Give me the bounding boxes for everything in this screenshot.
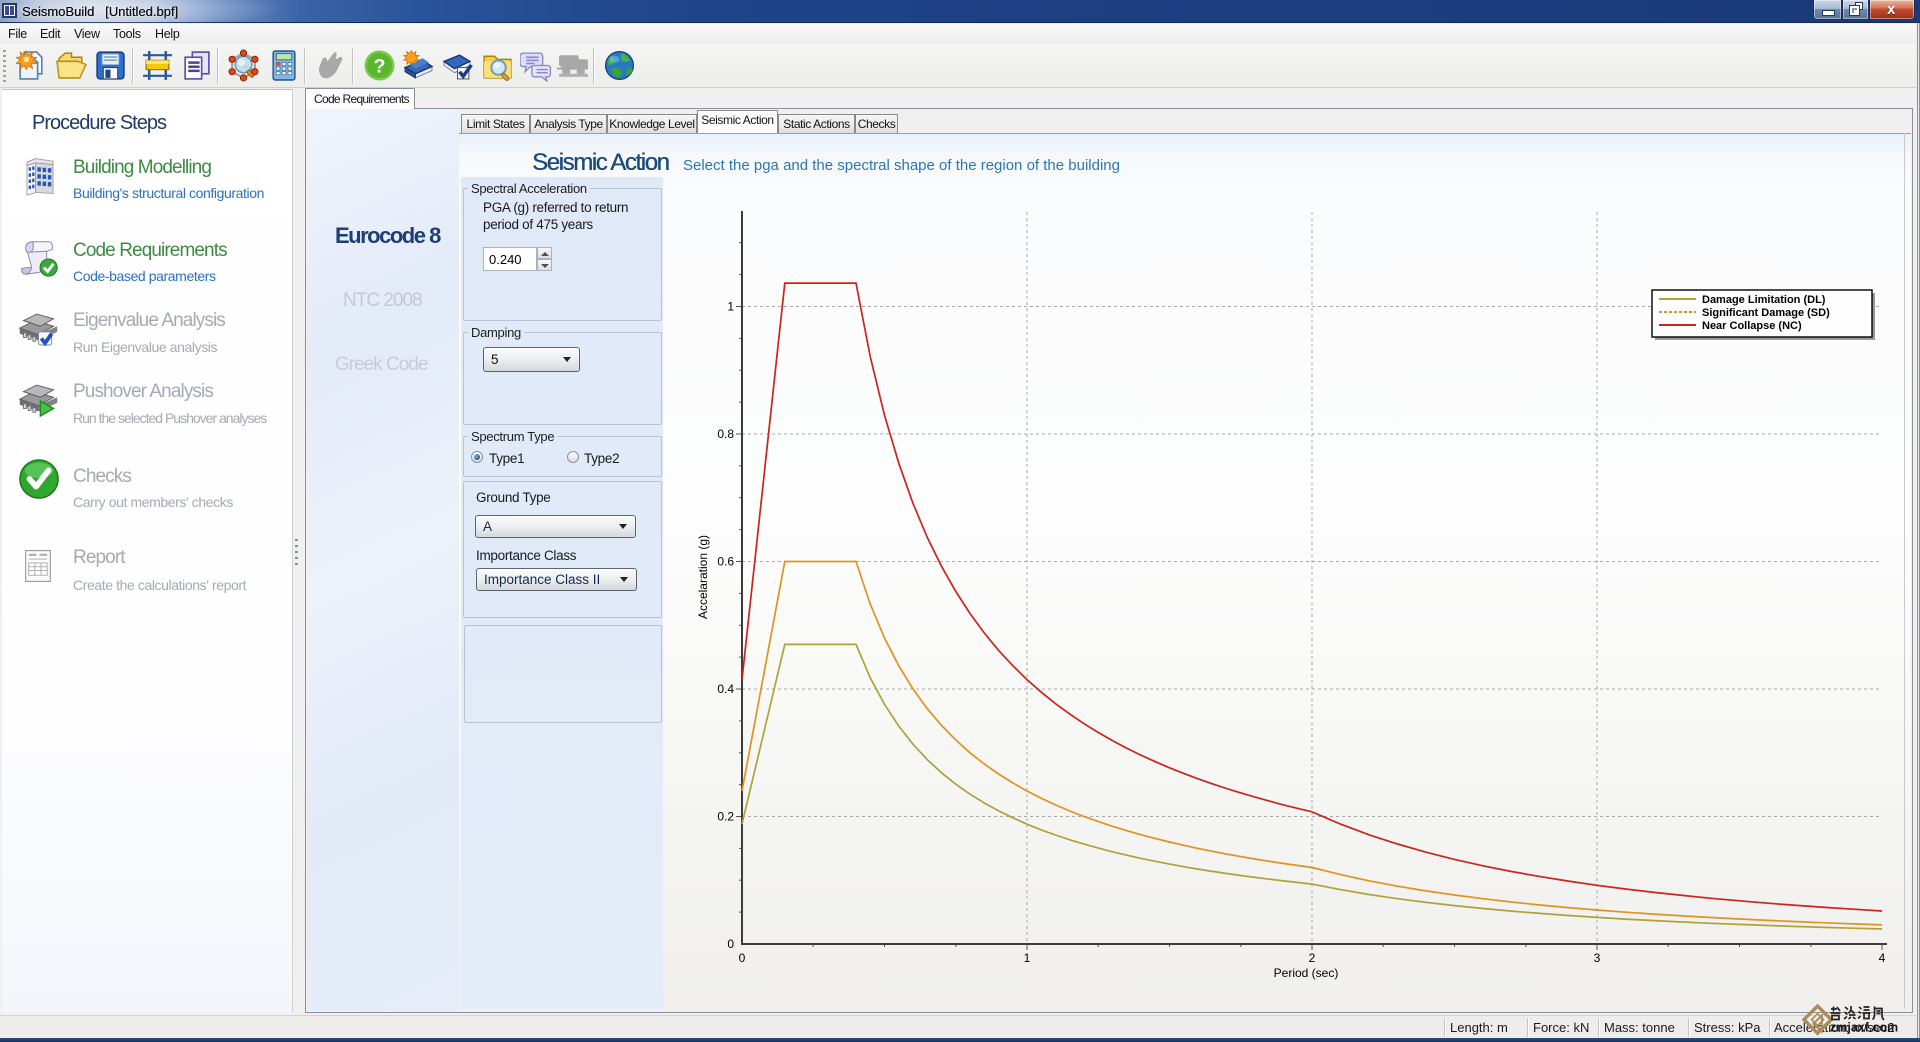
svg-text:4: 4 (1879, 951, 1886, 965)
svg-text:0: 0 (739, 951, 746, 965)
svg-text:Damage Limitation (DL): Damage Limitation (DL) (1702, 294, 1826, 306)
svg-text:0: 0 (727, 937, 734, 951)
svg-text:0.4: 0.4 (717, 682, 734, 696)
svg-text:0.2: 0.2 (717, 810, 734, 824)
svg-text:0.6: 0.6 (717, 555, 734, 569)
svg-text:1: 1 (1024, 951, 1031, 965)
svg-text:2: 2 (1309, 951, 1316, 965)
svg-text:Period (sec): Period (sec) (1274, 966, 1339, 980)
svg-text:Near Collapse (NC): Near Collapse (NC) (1702, 320, 1802, 332)
svg-text:zmjaxf.com: zmjaxf.com (1830, 1021, 1898, 1035)
svg-text:3: 3 (1594, 951, 1601, 965)
svg-text:Significant Damage (SD): Significant Damage (SD) (1702, 307, 1830, 319)
svg-text:1: 1 (727, 300, 734, 314)
svg-text:0.8: 0.8 (717, 427, 734, 441)
svg-text:Accelaration (g): Accelaration (g) (696, 535, 710, 619)
svg-text:?: ? (374, 56, 386, 78)
